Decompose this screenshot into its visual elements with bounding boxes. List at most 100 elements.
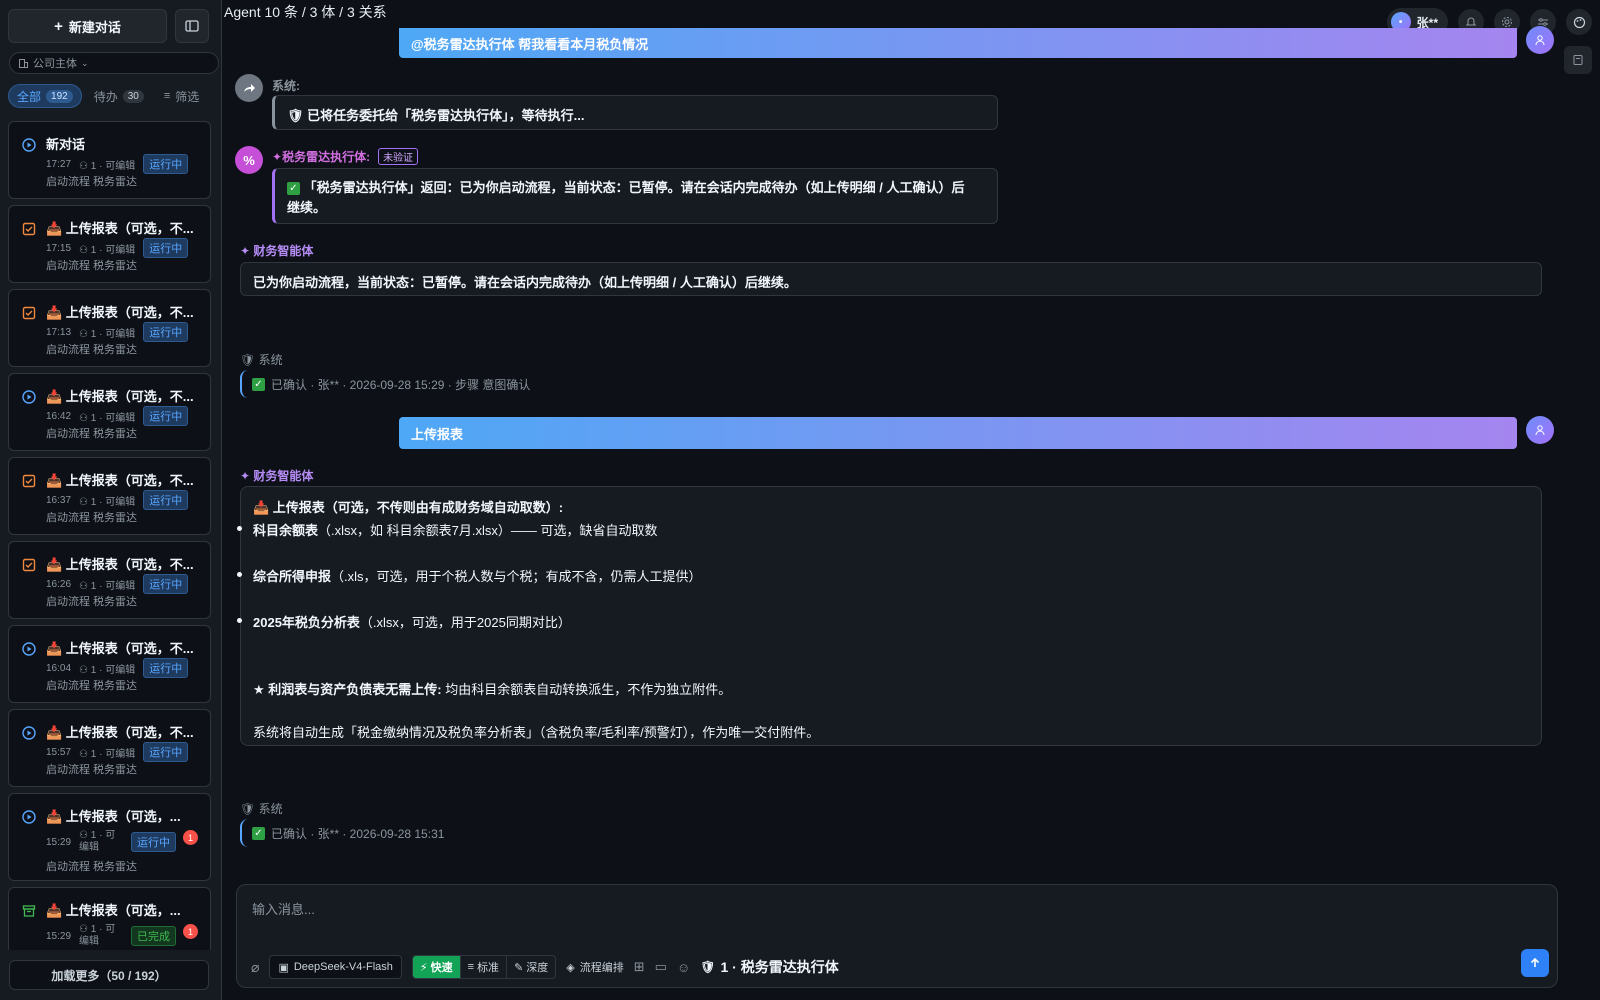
user-message: @税务雷达执行体 帮我看看本月税负情况 [399, 28, 1517, 58]
conversation-item[interactable]: 新对话 17:27 ⚇ 1 · 可编辑 运行中 启动流程 税务雷达 [8, 121, 211, 199]
conversation-time: 16:42 [46, 410, 72, 422]
system-avatar [235, 74, 263, 102]
user-message-2-text: 上传报表 [411, 426, 464, 442]
message-input[interactable]: 输入消息... [252, 899, 315, 918]
collapse-sidebar-button[interactable] [175, 9, 209, 43]
company-entity-select[interactable]: 公司主体 ⌄ [9, 52, 219, 74]
conversation-item[interactable]: 📥 上传报表（可选，不... 16:26 ⚇ 1 · 可编辑 运行中 启动流程 税务雷达 [8, 541, 211, 619]
theme-button[interactable] [1566, 9, 1592, 35]
status-badge: 运行中 [143, 742, 189, 762]
item3-bold: 2025年税负分析表 [253, 615, 360, 630]
conversation-item[interactable]: 📥 上传报表（可选，不... 17:15 ⚇ 1 · 可编辑 运行中 启动流程 税务雷达 [8, 205, 211, 283]
mode-deep[interactable]: ✎ 深度 [507, 956, 555, 978]
conversation-item[interactable]: 📥 上传报表（可选，不... 16:37 ⚇ 1 · 可编辑 运行中 启动流程 税务雷达 [8, 457, 211, 535]
conversation-item[interactable]: 📥 上传报表（可选，不... 16:04 ⚇ 1 · 可编辑 运行中 启动流程 税务雷达 [8, 625, 211, 703]
conversation-item[interactable]: 📥 上传报表（可选，不... 17:13 ⚇ 1 · 可编辑 运行中 启动流程 税务雷达 [8, 289, 211, 367]
members-icon: ⚇ 1 · 可编辑 [79, 241, 135, 256]
layers-icon: ◈ [566, 961, 575, 974]
filter-tabs: 全部 192 待办 30 ≡ 筛选 [8, 84, 213, 108]
tree-icon[interactable]: ⊞ [634, 959, 645, 975]
note-rest: 均由科目余额表自动转换派生，不作为独立附件。 [441, 682, 732, 697]
robot-icon[interactable]: ☺ [677, 960, 690, 975]
tab-all-label: 全部 [17, 89, 42, 104]
conversation-members: 1 · 可编辑 [90, 412, 136, 424]
tab-all-count: 192 [46, 89, 73, 103]
item2-rest: （.xls，可选，用于个税人数与个税；有成不含，仍需人工提供） [331, 569, 702, 584]
chevron-down-icon: ⌄ [81, 57, 89, 68]
play-icon [22, 810, 36, 824]
exec-agent-label-row: ✦税务雷达执行体: 未验证 [272, 148, 419, 165]
send-button[interactable] [1521, 949, 1549, 977]
user-icon [1535, 425, 1545, 436]
unverified-badge: 未验证 [378, 148, 419, 165]
members-icon: ⚇ 1 · 可编辑 [79, 924, 123, 948]
status-badge: 运行中 [143, 490, 189, 510]
play-icon [22, 726, 36, 740]
users-icon: ⚇ [79, 328, 88, 340]
mode-fast[interactable]: ⚡ 快速 [412, 956, 461, 978]
mode-deep-label: 深度 [526, 962, 549, 974]
play-icon [22, 390, 36, 404]
mode-standard[interactable]: ≡ 标准 [461, 956, 508, 978]
conversation-subtitle: 启动流程 税务雷达 [46, 861, 138, 873]
conversation-time: 15:57 [46, 746, 72, 758]
check-icon: ✓ [252, 826, 265, 840]
conversation-item[interactable]: 📥 上传报表（可选，不... 15:57 ⚇ 1 · 可编辑 运行中 启动流程 税务雷达 [8, 709, 211, 787]
percent-icon: % [243, 152, 255, 168]
conversation-meta: 17:13 ⚇ 1 · 可编辑 运行中 [46, 322, 189, 342]
conversation-subtitle: 启动流程 税务雷达 [46, 680, 138, 692]
finance-agent-label: ✦ 财务智能体 [240, 242, 313, 259]
conversation-subtitle: 启动流程 税务雷达 [46, 764, 138, 776]
notes-panel-button[interactable] [1564, 46, 1592, 74]
tab-filter[interactable]: ≡ 筛选 [156, 84, 207, 108]
new-chat-button[interactable]: + 新建对话 [8, 9, 167, 43]
finance-agent-message-2: 📥 上传报表（可选，不传则由有成财务域自动取数）: 科目余额表（.xlsx，如 … [236, 486, 1542, 746]
conversation-members: 1 · 可编辑 [90, 748, 136, 760]
conversation-title: 📥 上传报表（可选，不... [46, 557, 194, 572]
mode-fast-label: 快速 [430, 962, 453, 974]
filter-icon: ≡ [163, 90, 171, 102]
conversation-list[interactable]: 新对话 17:27 ⚇ 1 · 可编辑 运行中 启动流程 税务雷达 📥 上传报表（可选，不… [8, 121, 211, 950]
system2-label-text: 系统 [258, 353, 283, 367]
selected-agent-label: 1 · 税务雷达执行体 [720, 959, 839, 975]
mode-standard-label: 标准 [477, 962, 500, 974]
status-badge: 运行中 [143, 322, 189, 342]
conversation-members: 1 · 可编辑 [90, 244, 136, 256]
conversation-item[interactable]: 📥 上传报表（可选，...15:29⚇ 1 · 可编辑已完成流程已归档1 [8, 887, 211, 950]
conversation-item[interactable]: 📥 上传报表（可选，不... 16:42 ⚇ 1 · 可编辑 运行中 启动流程 税务雷达 [8, 373, 211, 451]
pen-icon: ✎ [514, 961, 524, 974]
tab-todo[interactable]: 待办 30 [86, 84, 152, 108]
load-more-button[interactable]: 加载更多（50 / 192） [9, 960, 209, 990]
attach-icon[interactable]: ⌀ [251, 959, 259, 976]
finance-agent-name: 财务智能体 [253, 244, 314, 258]
forward-arrow-icon [244, 84, 255, 92]
conversation-item[interactable]: 📥 上传报表（可选，... 15:29 ⚇ 1 · 可编辑 运行中 启动流程 税务雷达 1 [8, 793, 211, 881]
note-bold: ★ 利润表与资产负债表无需上传: [253, 682, 442, 697]
archive-icon[interactable]: ▭ [655, 959, 667, 975]
checkbox-icon [22, 222, 36, 236]
check-icon: ✓ [252, 377, 265, 391]
list-item: 科目余额表（.xlsx，如 科目余额表7月.xlsx）—— 可选，缺省自动取数 [236, 520, 657, 539]
system-confirm-2-text: 已确认 · 张** · 2026-09-28 15:31 [271, 826, 445, 841]
conversation-time: 16:37 [46, 494, 72, 506]
selected-agent[interactable]: 🛡 1 · 税务雷达执行体 [700, 957, 838, 977]
users-icon: ⚇ [79, 664, 88, 676]
conversation-title: 📥 上传报表（可选，不... [46, 725, 194, 740]
model-select[interactable]: ▣ DeepSeek-V4-Flash [269, 955, 402, 979]
conversation-title: 📥 上传报表（可选，不... [46, 221, 194, 236]
conversation-time: 16:04 [46, 662, 72, 674]
gear-icon [1501, 16, 1513, 28]
chat-main: Agent 10 条 / 3 体 / 3 关系 • 张** @税务雷达执行体 帮… [222, 0, 1600, 1000]
flow-orchestration-button[interactable]: ◈ 流程编排 [566, 955, 623, 979]
book-icon [1573, 55, 1583, 65]
finance-agent-message: 已为你启动流程，当前状态：已暂停。请在会话内完成待办（如上传明细 / 人工确认）… [240, 262, 1542, 296]
status-badge: 运行中 [143, 238, 189, 258]
conversation-time: 17:27 [46, 158, 72, 170]
final-line: 系统将自动生成「税金缴纳情况及税负率分析表」（含税负率/毛利率/预警灯），作为唯… [253, 725, 820, 740]
system3-label-text: 系统 [258, 802, 283, 816]
tab-all[interactable]: 全部 192 [8, 84, 82, 108]
exec-msg-line2: 继续。 [287, 200, 327, 215]
conversation-subtitle: 启动流程 税务雷达 [46, 176, 138, 188]
tab-todo-count: 30 [122, 89, 144, 103]
conversation-title: 📥 上传报表（可选，不... [46, 641, 194, 656]
